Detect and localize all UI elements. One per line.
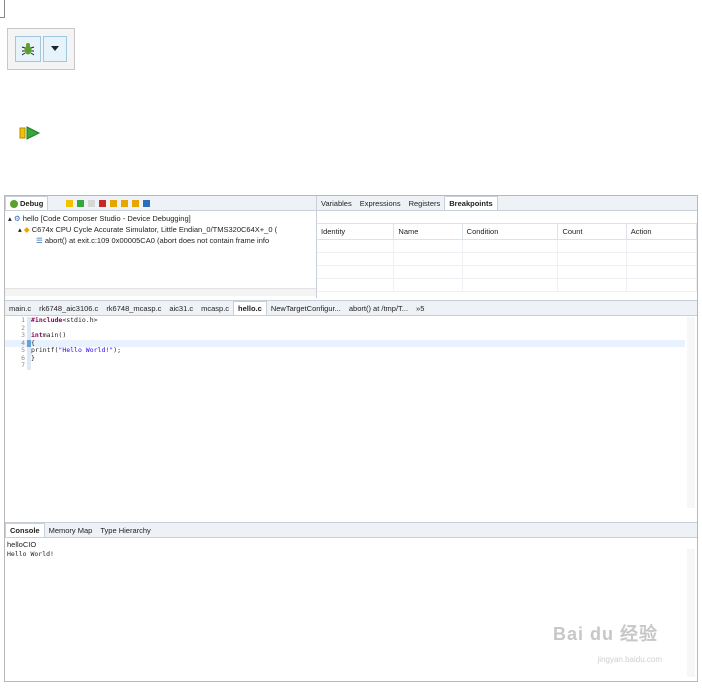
tree-item[interactable]: ▴ ⚙ hello [Code Composer Studio - Device… <box>8 213 313 224</box>
tab-label: Debug <box>20 199 44 208</box>
column-header[interactable]: Condition <box>462 224 559 240</box>
table-row <box>317 278 698 292</box>
watermark-url: jingyan.baidu.com <box>597 655 662 664</box>
tab-expressions[interactable]: Expressions <box>356 197 405 210</box>
step-into-icon[interactable] <box>110 199 118 207</box>
debug-tree: ▴ ⚙ hello [Code Composer Studio - Device… <box>5 211 316 248</box>
console-tabbar: Console Memory Map Type Hierarchy <box>5 523 697 538</box>
debug-tabbar: Debug <box>5 196 316 211</box>
vertical-scrollbar[interactable] <box>687 549 695 677</box>
table-row <box>317 239 698 253</box>
ide-window: Debug ▴ ⚙ hello [Code Composer Studio - … <box>4 195 698 682</box>
tab-main-c[interactable]: main.c <box>5 302 35 315</box>
column-header[interactable]: Action <box>626 224 698 240</box>
bug-icon[interactable] <box>15 36 41 62</box>
tab-rk6748-aic3106[interactable]: rk6748_aic3106.c <box>35 302 102 315</box>
settings-icon[interactable] <box>143 199 151 207</box>
breakpoints-toolbar <box>317 211 697 224</box>
code-line: 2 <box>5 324 685 332</box>
tab-variables[interactable]: Variables <box>317 197 356 210</box>
tab-mcasp[interactable]: mcasp.c <box>197 302 233 315</box>
tab-aic31[interactable]: aic31.c <box>165 302 197 315</box>
step-return-icon[interactable] <box>132 199 140 207</box>
step-over-icon[interactable] <box>121 199 129 207</box>
chevron-down-icon[interactable] <box>43 36 67 62</box>
resume-icon[interactable] <box>77 199 85 207</box>
resume-button[interactable] <box>12 122 48 144</box>
code-line: 5 printf("Hello World!"); <box>21 346 122 355</box>
console-view: Console Memory Map Type Hierarchy helloC… <box>5 522 697 681</box>
window-edge <box>0 0 5 18</box>
breakpoints-view: Variables Expressions Registers Breakpoi… <box>317 196 698 298</box>
code-line: 3 int main() <box>21 331 67 340</box>
debug-icon <box>10 199 18 208</box>
tree-item[interactable]: ☰ abort() at exit.c:109 0x00005CA0 (abor… <box>8 235 313 246</box>
tab-registers[interactable]: Registers <box>405 197 445 210</box>
debug-view: Debug ▴ ⚙ hello [Code Composer Studio - … <box>5 196 317 298</box>
breakpoints-table: Identity Name Condition Count Action <box>317 224 698 292</box>
console-process-name: helloCIO <box>7 540 37 549</box>
editor-tabbar: main.c rk6748_aic3106.c rk6748_mcasp.c a… <box>5 301 697 316</box>
editor-area: main.c rk6748_aic3106.c rk6748_mcasp.c a… <box>5 300 697 518</box>
console-output: Hello World! <box>7 550 54 558</box>
code-editor[interactable]: 1 #include <stdio.h> 2 3 int main() 4 { … <box>5 316 685 508</box>
resume-icon <box>19 126 41 140</box>
tree-item[interactable]: ▴ ◆ C674x CPU Cycle Accurate Simulator, … <box>8 224 313 235</box>
run-icon[interactable] <box>66 199 74 207</box>
code-line: 6 } <box>21 353 35 362</box>
table-row <box>317 252 698 266</box>
column-header[interactable]: Identity <box>317 224 395 240</box>
tab-overflow[interactable]: »5 <box>412 302 428 315</box>
watermark-logo: Bai du 经验 <box>552 624 658 644</box>
tab-breakpoints[interactable]: Breakpoints <box>444 196 498 210</box>
column-header[interactable]: Count <box>557 224 627 240</box>
table-row <box>317 265 698 279</box>
tab-debug[interactable]: Debug <box>5 196 49 210</box>
code-line: 7 <box>5 361 685 370</box>
horizontal-scrollbar[interactable] <box>5 288 316 296</box>
right-tabbar: Variables Expressions Registers Breakpoi… <box>317 196 697 211</box>
terminate-icon[interactable] <box>99 199 107 207</box>
tab-rk6748-mcasp[interactable]: rk6748_mcasp.c <box>102 302 165 315</box>
tab-type-hierarchy[interactable]: Type Hierarchy <box>96 524 154 537</box>
debug-toolbar-button[interactable] <box>7 28 75 70</box>
tab-memory-map[interactable]: Memory Map <box>45 524 97 537</box>
code-line: 1 #include <stdio.h> <box>21 316 98 325</box>
tab-console[interactable]: Console <box>5 523 45 537</box>
tab-abort[interactable]: abort() at /tmp/T... <box>345 302 412 315</box>
column-header[interactable]: Name <box>393 224 463 240</box>
debug-toolbar <box>66 199 152 207</box>
tab-hello-c[interactable]: hello.c <box>233 301 267 315</box>
suspend-icon[interactable] <box>88 199 96 207</box>
tab-new-target-config[interactable]: NewTargetConfigur... <box>267 302 345 315</box>
vertical-scrollbar[interactable] <box>687 317 695 508</box>
